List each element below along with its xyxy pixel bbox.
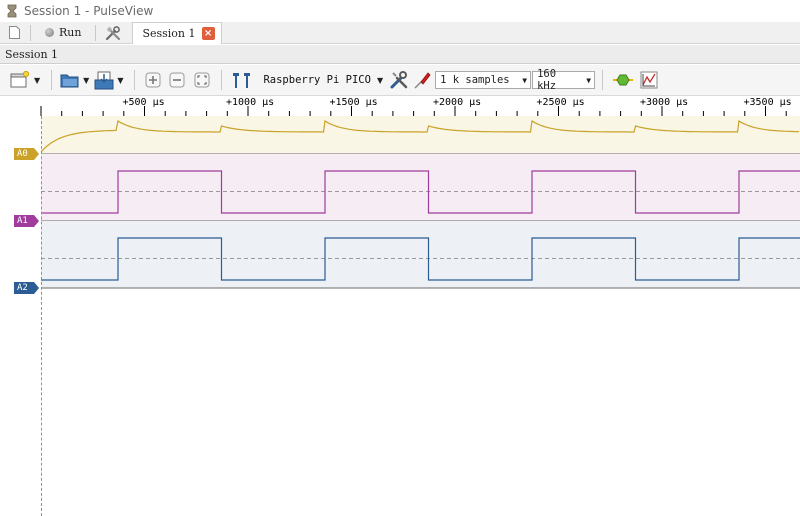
ruler-tick-label: +1000 µs bbox=[226, 97, 275, 108]
toolbar-separator bbox=[51, 70, 53, 90]
tabbar-separator bbox=[30, 24, 31, 41]
save-icon bbox=[94, 71, 114, 89]
zoom-out-icon bbox=[169, 72, 185, 88]
tab-label: Session 1 bbox=[142, 26, 196, 40]
ruler-tick-label: +2000 µs bbox=[433, 97, 482, 108]
zoom-fit-icon bbox=[194, 72, 210, 88]
zoom-in-icon bbox=[145, 72, 161, 88]
window-title: Session 1 - PulseView bbox=[24, 4, 154, 18]
samplerate-value: 160 kHz bbox=[537, 68, 557, 92]
channel-label-a2[interactable]: A2 bbox=[14, 282, 28, 294]
chevron-down-icon: ▼ bbox=[522, 75, 528, 85]
trace-lane-a1 bbox=[41, 154, 800, 221]
device-settings-button[interactable] bbox=[104, 24, 122, 42]
chevron-down-icon: ▼ bbox=[586, 75, 592, 85]
open-icon bbox=[60, 74, 79, 88]
save-button[interactable] bbox=[93, 68, 115, 92]
device-config-button[interactable] bbox=[387, 68, 411, 92]
session-tab-bar: Run Session 1 × bbox=[0, 21, 800, 44]
toolbar-separator bbox=[221, 70, 223, 90]
trace-canvas bbox=[0, 116, 800, 294]
ruler-tick-label: +2500 µs bbox=[536, 97, 585, 108]
trace-lane-a2 bbox=[41, 221, 800, 288]
chevron-down-icon[interactable]: ▼ bbox=[377, 76, 383, 85]
toolbar-separator bbox=[134, 70, 136, 90]
samplerate-select[interactable]: 160 kHz ▼ bbox=[532, 68, 596, 92]
chevron-down-icon[interactable]: ▼ bbox=[83, 76, 89, 85]
samples-value: 1 k samples bbox=[440, 74, 510, 86]
math-icon bbox=[640, 71, 658, 89]
show-cursors-button[interactable] bbox=[229, 68, 255, 92]
run-status-icon bbox=[45, 28, 54, 37]
zoom-fit-button[interactable] bbox=[190, 68, 214, 92]
chevron-down-icon[interactable]: ▼ bbox=[117, 76, 123, 85]
tab-session-1[interactable]: Session 1 × bbox=[132, 21, 222, 44]
cursor-icon bbox=[233, 73, 251, 88]
chevron-down-icon[interactable]: ▼ bbox=[34, 76, 40, 85]
cursor-marker[interactable] bbox=[41, 116, 42, 516]
ruler-tick-label: +3500 µs bbox=[743, 97, 792, 108]
device-config-icon bbox=[390, 71, 408, 89]
zoom-out-button[interactable] bbox=[164, 68, 190, 92]
new-session-icon bbox=[10, 71, 30, 88]
add-math-signal-button[interactable] bbox=[636, 68, 662, 92]
device-name[interactable]: Raspberry Pi PICO bbox=[263, 74, 370, 86]
run-label: Run bbox=[59, 26, 82, 39]
time-ruler[interactable]: +500 µs +1000 µs +1500 µs +2000 µs +2500 µs +… bbox=[0, 96, 800, 116]
trace-lane-a0 bbox=[41, 116, 800, 154]
session-header: Session 1 bbox=[0, 45, 800, 64]
session-header-label: Session 1 bbox=[5, 47, 59, 61]
probe-icon bbox=[414, 72, 431, 89]
probe-button[interactable] bbox=[411, 68, 435, 92]
tabbar-separator bbox=[95, 24, 97, 41]
trace-view[interactable]: A0 A1 A2 bbox=[0, 116, 800, 516]
decoder-icon bbox=[613, 74, 634, 86]
main-toolbar: ▼ ▼ ▼ Raspberry Pi PICO ▼ 1 k samples ▼ … bbox=[0, 65, 800, 96]
samples-select[interactable]: 1 k samples ▼ bbox=[435, 71, 532, 89]
ruler-tick-label: +3000 µs bbox=[640, 97, 689, 108]
close-tab-icon[interactable]: × bbox=[201, 26, 215, 40]
pulseview-app-icon bbox=[7, 4, 17, 18]
zoom-in-button[interactable] bbox=[142, 68, 164, 92]
channel-label-a1[interactable]: A1 bbox=[14, 215, 28, 227]
new-view-button[interactable] bbox=[8, 68, 32, 92]
open-button[interactable] bbox=[59, 68, 81, 92]
run-button[interactable]: Run bbox=[39, 23, 87, 43]
channel-label-a0[interactable]: A0 bbox=[14, 148, 28, 160]
add-decoder-button[interactable] bbox=[610, 68, 636, 92]
document-icon bbox=[8, 26, 20, 39]
tools-icon bbox=[106, 25, 121, 40]
ruler-tick-label: +500 µs bbox=[122, 97, 165, 108]
toolbar-separator bbox=[602, 70, 604, 90]
ruler-tick-label: +1500 µs bbox=[329, 97, 378, 108]
new-document-button[interactable] bbox=[6, 25, 22, 41]
title-bar: Session 1 - PulseView bbox=[0, 0, 800, 22]
